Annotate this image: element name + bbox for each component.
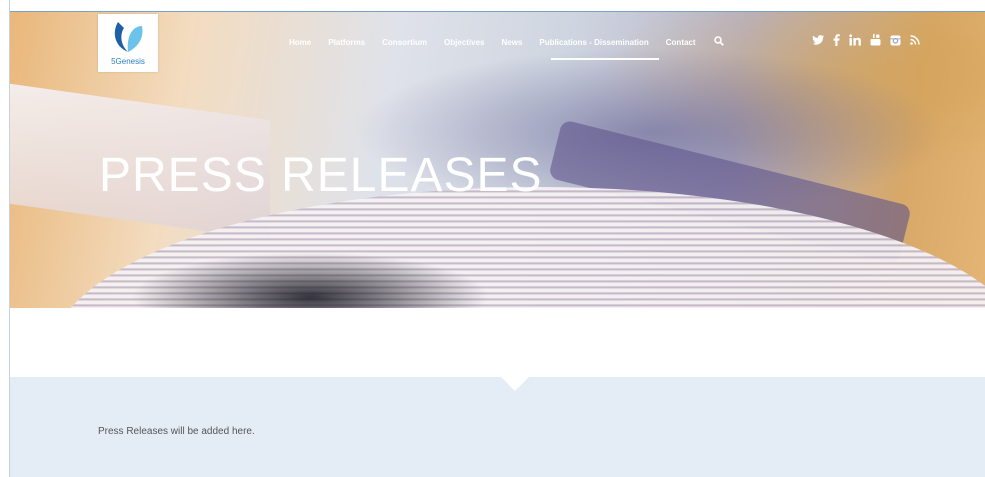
newspaper-shadow xyxy=(130,252,490,308)
nav-contact[interactable]: Contact xyxy=(666,38,696,47)
nav-home[interactable]: Home xyxy=(289,38,311,47)
social-links xyxy=(812,34,929,46)
section-notch xyxy=(501,377,529,391)
twitter-icon[interactable] xyxy=(812,35,824,45)
main-nav: Home Platforms Consortium Objectives New… xyxy=(289,36,724,60)
nav-platforms[interactable]: Platforms xyxy=(328,38,365,47)
site-logo[interactable]: 5Genesis xyxy=(98,14,158,72)
rss-icon[interactable] xyxy=(910,35,920,45)
facebook-icon[interactable] xyxy=(833,34,840,46)
frame-left xyxy=(0,0,10,477)
nav-consortium[interactable]: Consortium xyxy=(382,38,427,47)
youtube-icon[interactable] xyxy=(870,34,881,46)
logo-mark-icon xyxy=(114,22,143,52)
page-title: PRESS RELEASES xyxy=(99,149,543,202)
nav-publications-dissemination[interactable]: Publications - Dissemination xyxy=(539,38,660,60)
search-icon[interactable] xyxy=(713,36,724,48)
instagram-icon[interactable] xyxy=(890,35,901,46)
nav-objectives[interactable]: Objectives xyxy=(444,38,484,47)
linkedin-icon[interactable] xyxy=(849,34,861,46)
content-text: Press Releases will be added here. xyxy=(98,426,255,437)
nav-news[interactable]: News xyxy=(502,38,523,47)
frame-top xyxy=(0,0,985,11)
logo-text: 5Genesis xyxy=(111,57,145,66)
